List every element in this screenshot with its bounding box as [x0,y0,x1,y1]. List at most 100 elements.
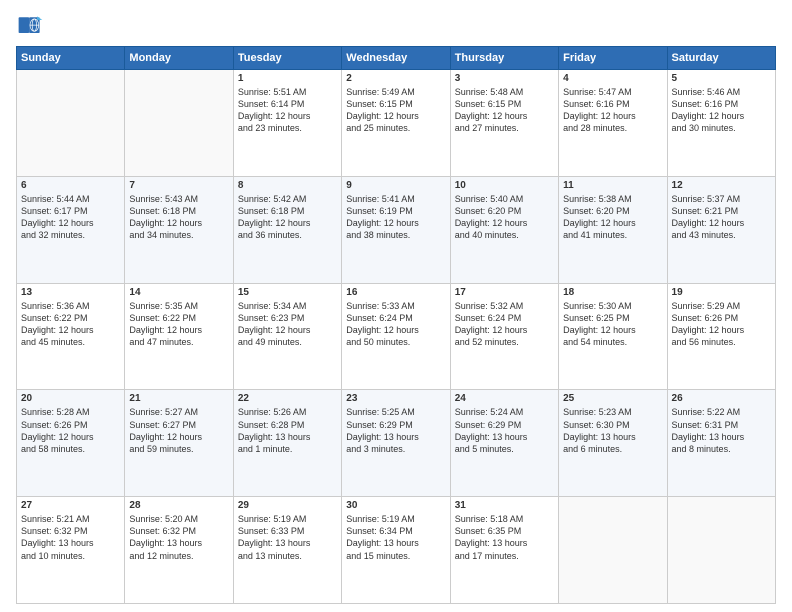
day-number: 23 [346,393,445,404]
day-info: Sunrise: 5:24 AM Sunset: 6:29 PM Dayligh… [455,406,554,455]
calendar-cell: 16 Sunrise: 5:33 AM Sunset: 6:24 PM Dayli… [342,283,450,390]
day-number: 25 [563,393,662,404]
day-info: Sunrise: 5:19 AM Sunset: 6:34 PM Dayligh… [346,513,445,562]
calendar-cell: 30Sunrise: 5:19 AM Sunset: 6:34 PM Dayli… [342,497,450,604]
day-number: 6 [21,180,120,191]
day-number: 27 [21,500,120,511]
day-number: 5 [672,73,771,84]
calendar-cell: 24 Sunrise: 5:24 AM Sunset: 6:29 PM Dayli… [450,390,558,497]
header [16,12,776,40]
day-info: Sunrise: 5:46 AM Sunset: 6:16 PM Dayligh… [672,86,771,135]
day-info: Sunrise: 5:29 AM Sunset: 6:26 PM Dayligh… [672,300,771,349]
calendar-cell: 5 Sunrise: 5:46 AM Sunset: 6:16 PM Daylig… [667,70,775,177]
calendar-cell: 6 Sunrise: 5:44 AM Sunset: 6:17 PM Daylig… [17,176,125,283]
calendar-cell: 10 Sunrise: 5:40 AM Sunset: 6:20 PM Dayli… [450,176,558,283]
calendar-cell: 27 Sunrise: 5:21 AM Sunset: 6:32 PM Dayli… [17,497,125,604]
day-info: Sunrise: 5:49 AM Sunset: 6:15 PM Dayligh… [346,86,445,135]
calendar-cell: 3 Sunrise: 5:48 AM Sunset: 6:15 PM Daylig… [450,70,558,177]
day-number: 29 [238,500,337,511]
day-info: Sunrise: 5:27 AM Sunset: 6:27 PM Dayligh… [129,406,228,455]
day-number: 22 [238,393,337,404]
calendar-header-row: SundayMondayTuesdayWednesdayThursdayFrid… [17,47,776,70]
calendar-cell: 17 Sunrise: 5:32 AM Sunset: 6:24 PM Dayli… [450,283,558,390]
day-info: Sunrise: 5:21 AM Sunset: 6:32 PM Dayligh… [21,513,120,562]
day-info: Sunrise: 5:35 AM Sunset: 6:22 PM Dayligh… [129,300,228,349]
header-thursday: Thursday [450,47,558,70]
day-number: 19 [672,287,771,298]
day-number: 18 [563,287,662,298]
calendar-cell: 4 Sunrise: 5:47 AM Sunset: 6:16 PM Daylig… [559,70,667,177]
calendar-cell: 2 Sunrise: 5:49 AM Sunset: 6:15 PM Daylig… [342,70,450,177]
calendar-cell: 22 Sunrise: 5:26 AM Sunset: 6:28 PM Dayli… [233,390,341,497]
header-friday: Friday [559,47,667,70]
day-info: Sunrise: 5:22 AM Sunset: 6:31 PM Dayligh… [672,406,771,455]
day-number: 11 [563,180,662,191]
day-number: 10 [455,180,554,191]
day-info: Sunrise: 5:40 AM Sunset: 6:20 PM Dayligh… [455,193,554,242]
week-row-4: 27 Sunrise: 5:21 AM Sunset: 6:32 PM Dayli… [17,497,776,604]
day-info: Sunrise: 5:47 AM Sunset: 6:16 PM Dayligh… [563,86,662,135]
calendar-table: SundayMondayTuesdayWednesdayThursdayFrid… [16,46,776,604]
day-info: Sunrise: 5:33 AM Sunset: 6:24 PM Dayligh… [346,300,445,349]
calendar-cell [17,70,125,177]
day-number: 2 [346,73,445,84]
week-row-2: 13 Sunrise: 5:36 AM Sunset: 6:22 PM Dayli… [17,283,776,390]
day-number: 14 [129,287,228,298]
day-number: 3 [455,73,554,84]
calendar-cell [125,70,233,177]
calendar-cell: 15Sunrise: 5:34 AM Sunset: 6:23 PM Dayli… [233,283,341,390]
calendar-cell: 19 Sunrise: 5:29 AM Sunset: 6:26 PM Dayli… [667,283,775,390]
calendar-cell [559,497,667,604]
calendar-cell [667,497,775,604]
header-sunday: Sunday [17,47,125,70]
calendar-cell: 28 Sunrise: 5:20 AM Sunset: 6:32 PM Dayli… [125,497,233,604]
day-info: Sunrise: 5:42 AM Sunset: 6:18 PM Dayligh… [238,193,337,242]
calendar-cell: 25Sunrise: 5:23 AM Sunset: 6:30 PM Dayli… [559,390,667,497]
day-info: Sunrise: 5:26 AM Sunset: 6:28 PM Dayligh… [238,406,337,455]
day-number: 15 [238,287,337,298]
day-info: Sunrise: 5:19 AM Sunset: 6:33 PM Dayligh… [238,513,337,562]
header-saturday: Saturday [667,47,775,70]
calendar-cell: 8 Sunrise: 5:42 AM Sunset: 6:18 PM Daylig… [233,176,341,283]
day-info: Sunrise: 5:32 AM Sunset: 6:24 PM Dayligh… [455,300,554,349]
day-info: Sunrise: 5:30 AM Sunset: 6:25 PM Dayligh… [563,300,662,349]
day-number: 28 [129,500,228,511]
day-number: 31 [455,500,554,511]
day-info: Sunrise: 5:37 AM Sunset: 6:21 PM Dayligh… [672,193,771,242]
day-info: Sunrise: 5:20 AM Sunset: 6:32 PM Dayligh… [129,513,228,562]
day-info: Sunrise: 5:44 AM Sunset: 6:17 PM Dayligh… [21,193,120,242]
calendar-cell: 1 Sunrise: 5:51 AM Sunset: 6:14 PM Daylig… [233,70,341,177]
calendar-cell: 31 Sunrise: 5:18 AM Sunset: 6:35 PM Dayli… [450,497,558,604]
day-info: Sunrise: 5:28 AM Sunset: 6:26 PM Dayligh… [21,406,120,455]
day-number: 20 [21,393,120,404]
day-number: 1 [238,73,337,84]
day-number: 13 [21,287,120,298]
header-tuesday: Tuesday [233,47,341,70]
header-wednesday: Wednesday [342,47,450,70]
day-info: Sunrise: 5:36 AM Sunset: 6:22 PM Dayligh… [21,300,120,349]
day-number: 17 [455,287,554,298]
day-info: Sunrise: 5:41 AM Sunset: 6:19 PM Dayligh… [346,193,445,242]
day-info: Sunrise: 5:48 AM Sunset: 6:15 PM Dayligh… [455,86,554,135]
header-monday: Monday [125,47,233,70]
day-number: 24 [455,393,554,404]
day-number: 8 [238,180,337,191]
calendar-cell: 13 Sunrise: 5:36 AM Sunset: 6:22 PM Dayli… [17,283,125,390]
page: SundayMondayTuesdayWednesdayThursdayFrid… [0,0,792,612]
calendar-cell: 29 Sunrise: 5:19 AM Sunset: 6:33 PM Dayli… [233,497,341,604]
day-info: Sunrise: 5:51 AM Sunset: 6:14 PM Dayligh… [238,86,337,135]
day-info: Sunrise: 5:38 AM Sunset: 6:20 PM Dayligh… [563,193,662,242]
week-row-0: 1 Sunrise: 5:51 AM Sunset: 6:14 PM Daylig… [17,70,776,177]
day-number: 16 [346,287,445,298]
calendar-cell: 12 Sunrise: 5:37 AM Sunset: 6:21 PM Dayli… [667,176,775,283]
calendar-cell: 14 Sunrise: 5:35 AM Sunset: 6:22 PM Dayli… [125,283,233,390]
day-info: Sunrise: 5:25 AM Sunset: 6:29 PM Dayligh… [346,406,445,455]
calendar-cell: 23 Sunrise: 5:25 AM Sunset: 6:29 PM Dayli… [342,390,450,497]
calendar-cell: 11 Sunrise: 5:38 AM Sunset: 6:20 PM Dayli… [559,176,667,283]
calendar-cell: 20 Sunrise: 5:28 AM Sunset: 6:26 PM Dayli… [17,390,125,497]
day-number: 7 [129,180,228,191]
calendar-cell: 18 Sunrise: 5:30 AM Sunset: 6:25 PM Dayli… [559,283,667,390]
day-number: 12 [672,180,771,191]
day-info: Sunrise: 5:18 AM Sunset: 6:35 PM Dayligh… [455,513,554,562]
day-number: 4 [563,73,662,84]
